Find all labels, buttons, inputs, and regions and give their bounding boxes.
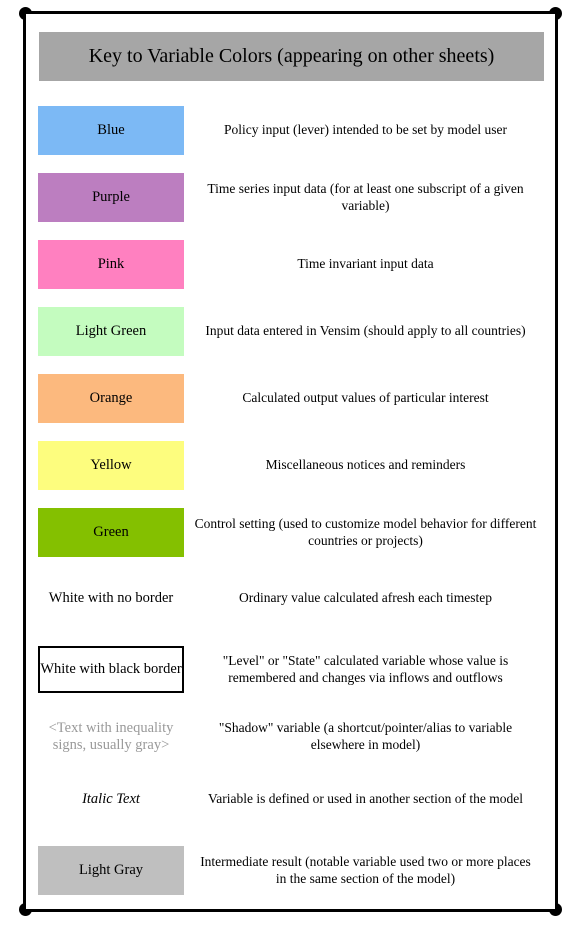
legend-row: Yellow Miscellaneous notices and reminder… <box>26 441 555 490</box>
color-swatch: Light Green <box>38 307 184 356</box>
color-swatch: Italic Text <box>82 790 140 807</box>
legend-row: Light Gray Intermediate result (notable v… <box>26 846 555 895</box>
key-sheet: Key to Variable Colors (appearing on oth… <box>26 14 555 909</box>
legend-row: Orange Calculated output values of partic… <box>26 374 555 423</box>
swatch-description: Ordinary value calculated afresh each ti… <box>239 589 492 605</box>
legend-row: White with no border Ordinary value calcu… <box>26 583 555 613</box>
swatch-description: Time invariant input data <box>297 256 434 272</box>
swatch-description: Policy input (lever) intended to be set … <box>223 122 508 138</box>
legend-row: White with black border "Level" or "State… <box>26 646 555 693</box>
color-swatch: White with black border <box>38 646 184 693</box>
legend-row: Light Green Input data entered in Vensim … <box>26 307 555 356</box>
color-swatch: <Text with inequality signs, usually gra… <box>48 720 174 753</box>
swatch-description: "Shadow" variable (a shortcut/pointer/al… <box>218 720 513 752</box>
swatch-description: Intermediate result (notable variable us… <box>200 853 531 886</box>
color-swatch: Yellow <box>38 441 184 490</box>
legend-row: <Text with inequality signs, usually gra… <box>26 717 555 757</box>
swatch-description: Input data entered in Vensim (should app… <box>205 323 526 339</box>
color-swatch: Green <box>38 508 184 557</box>
legend-row: Pink Time invariant input data <box>26 240 555 289</box>
color-swatch: Blue <box>38 106 184 155</box>
color-swatch: Purple <box>38 173 184 222</box>
color-swatch: Light Gray <box>38 846 184 895</box>
swatch-description: Miscellaneous notices and reminders <box>265 457 466 473</box>
swatch-description: Time series input data (for at least one… <box>207 180 524 213</box>
swatch-description: Calculated output values of particular i… <box>242 390 489 406</box>
color-swatch: White with no border <box>48 589 174 606</box>
legend-row: Italic Text Variable is defined or used i… <box>26 784 555 814</box>
legend-row: Purple Time series input data (for at lea… <box>26 173 555 222</box>
legend-row: Green Control setting (used to customize … <box>26 508 555 557</box>
swatch-description: Variable is defined or used in another s… <box>208 790 523 806</box>
page-title: Key to Variable Colors (appearing on oth… <box>39 32 544 81</box>
color-swatch: Pink <box>38 240 184 289</box>
swatch-description: "Level" or "State" calculated variable w… <box>222 652 509 685</box>
swatch-description: Control setting (used to customize model… <box>194 515 537 548</box>
legend-row: Blue Policy input (lever) intended to be … <box>26 106 555 155</box>
color-swatch: Orange <box>38 374 184 423</box>
